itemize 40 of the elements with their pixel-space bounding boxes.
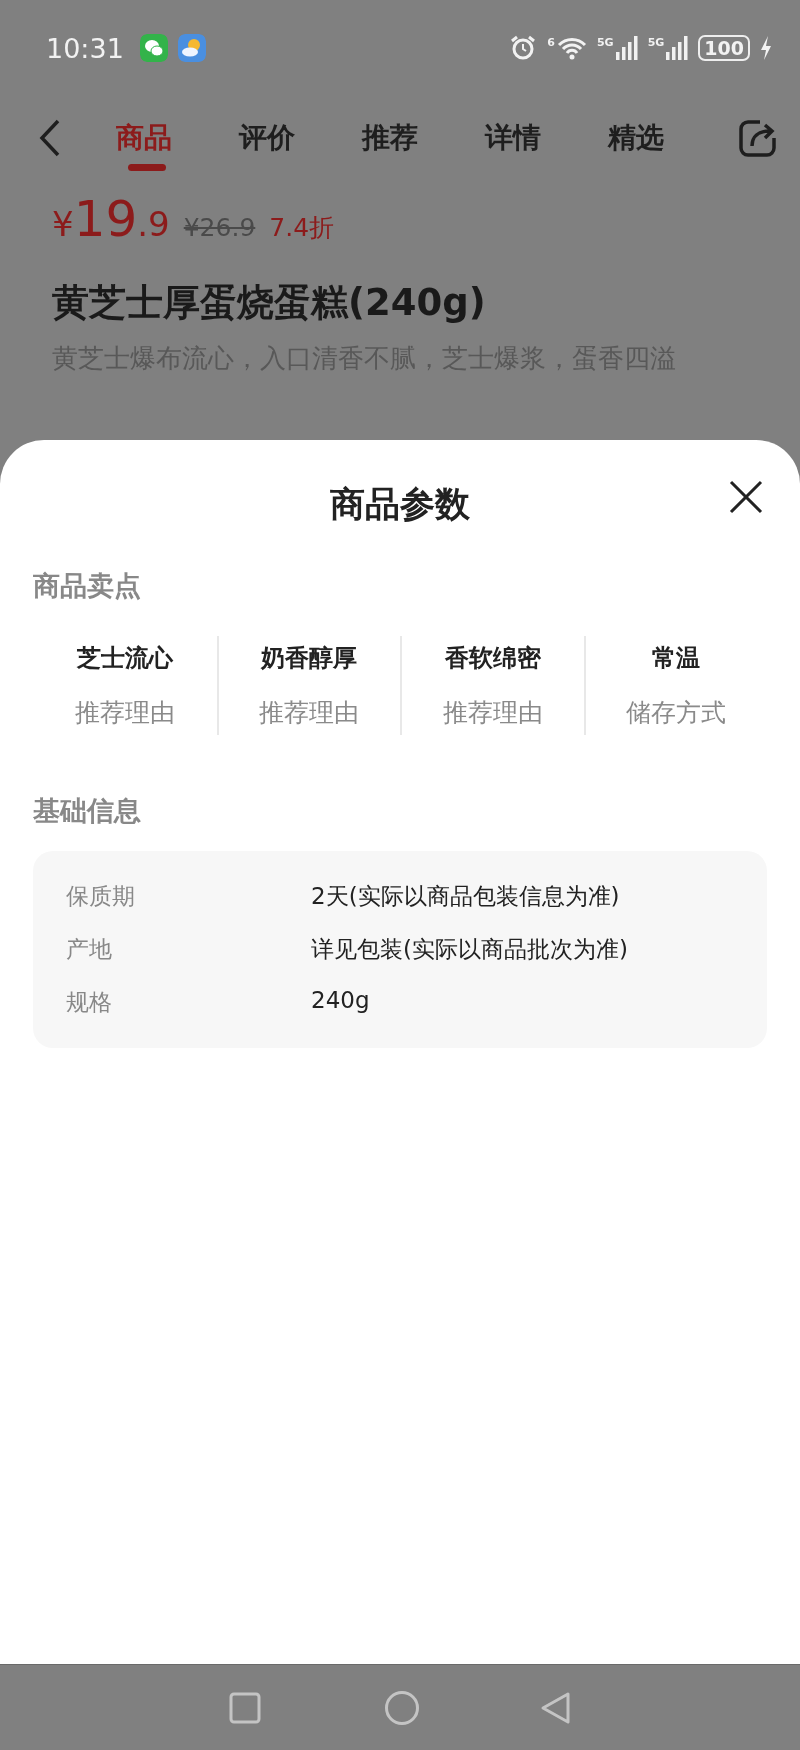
selling-point-label: 推荐理由 (442, 697, 543, 729)
sale-price: ¥19.9 (52, 190, 170, 248)
discount-label: 7.4折 (269, 212, 335, 244)
nav-tab[interactable]: 推荐 (362, 108, 485, 168)
selling-point-value: 常温 (652, 643, 701, 674)
info-label: 规格 (66, 988, 113, 1017)
battery-level: 100 (698, 35, 750, 61)
selling-point-value: 香软绵密 (444, 643, 541, 674)
product-title: 黄芝士厚蛋烧蛋糕(240g) (51, 280, 487, 326)
section-heading: 基础信息 (33, 794, 142, 828)
selling-point-value: 奶香醇厚 (261, 643, 358, 674)
weather-app-icon (177, 34, 206, 62)
selling-point-value: 芝士流心 (76, 643, 173, 674)
wifi-label: 6 (547, 36, 555, 49)
back-icon[interactable] (38, 118, 62, 158)
charging-icon (760, 36, 772, 60)
close-icon[interactable] (729, 480, 763, 514)
network-label: 5G (596, 36, 614, 49)
wifi-icon (556, 36, 587, 60)
sheet-title: 商品参数 (330, 482, 470, 526)
chat-app-icon (139, 34, 168, 62)
share-icon[interactable] (738, 118, 778, 158)
info-value: 详见包装(实际以商品批次为准) (311, 935, 629, 964)
status-time: 10:31 (46, 32, 124, 64)
selling-point-label: 储存方式 (626, 697, 727, 729)
section-heading: 商品卖点 (33, 569, 142, 603)
info-label: 产地 (66, 935, 113, 964)
selling-point-label: 推荐理由 (259, 697, 360, 729)
alarm-icon (509, 34, 538, 62)
info-label: 保质期 (66, 882, 136, 911)
signal-icon (666, 36, 689, 60)
signal-icon (615, 36, 638, 60)
selling-point-label: 推荐理由 (74, 697, 175, 729)
network-label: 5G (647, 36, 665, 49)
nav-tab[interactable]: 详情 (485, 108, 608, 168)
info-value: 240g (311, 987, 371, 1015)
nav-tab[interactable]: 精选 (608, 108, 731, 168)
nav-tab[interactable]: 评价 (239, 108, 362, 168)
nav-tab[interactable]: 商品 (116, 108, 239, 168)
info-value: 2天(实际以商品包装信息为准) (311, 882, 621, 911)
